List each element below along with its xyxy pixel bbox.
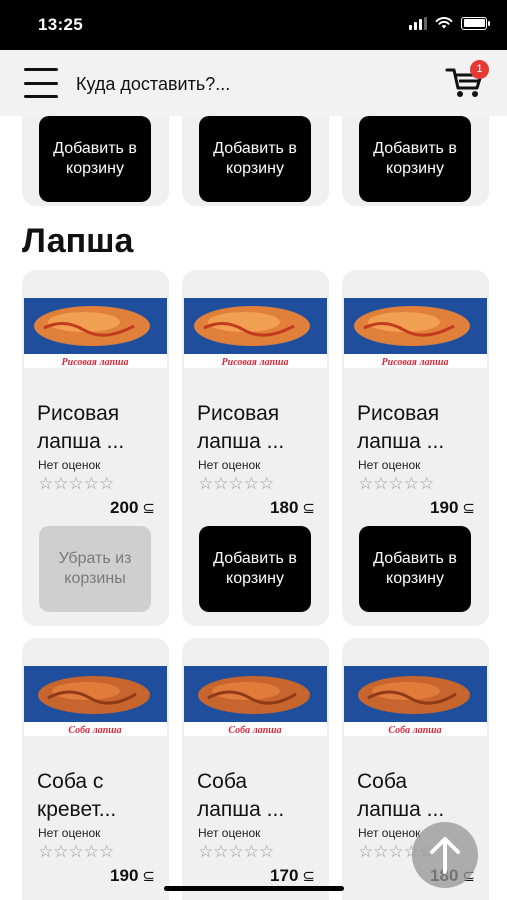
status-time: 13:25 [38,15,83,34]
product-card[interactable]: Соба лапша Соба с кревет... Нет оценок ☆… [22,638,169,900]
photo-caption: Рисовая лапша [222,357,289,368]
product-card[interactable]: Соба лапша Соба лапша ... Нет оценок ☆☆☆… [182,638,329,900]
cart-count-badge: 1 [470,60,489,79]
product-name[interactable]: Рисовая лапша ... [357,400,444,456]
status-bar: 13:25 [0,0,507,50]
product-card[interactable]: Рисовая лапша Рисовая лапша ... Нет оцен… [342,270,489,626]
wifi-icon [435,17,453,29]
menu-content[interactable]: Добавить в корзину Добавить в корзину До… [0,116,507,900]
rating-stars[interactable]: ☆☆☆☆☆ [198,474,274,494]
product-name[interactable]: Рисовая лапша ... [37,400,124,456]
product-card[interactable]: Рисовая лапша Рисовая лапша ... Нет оцен… [182,270,329,626]
product-name[interactable]: Соба с кревет... [37,768,116,824]
product-card: Добавить в корзину [182,116,329,206]
product-image: Соба лапша [184,666,327,736]
product-image: Рисовая лапша [184,298,327,368]
remove-from-cart-button[interactable]: Убрать из корзины [39,526,151,612]
product-image: Соба лапша [344,666,487,736]
photo-caption: Соба лапша [388,725,441,736]
product-price: 170 ⊆ [270,866,315,885]
product-price: 190 ⊆ [430,498,475,517]
add-to-cart-button[interactable]: Добавить в корзину [39,116,151,202]
rating-text: Нет оценок [198,826,261,840]
rating-text: Нет оценок [38,458,101,472]
scroll-to-top-button[interactable] [412,822,478,888]
photo-caption: Рисовая лапша [382,357,449,368]
rating-stars[interactable]: ☆☆☆☆☆ [198,842,274,862]
rating-stars[interactable]: ☆☆☆☆☆ [358,474,434,494]
product-card[interactable]: Рисовая лапша Рисовая лапша ... Нет оцен… [22,270,169,626]
product-image: Соба лапша [24,666,167,736]
photo-caption: Соба лапша [228,725,281,736]
add-to-cart-button[interactable]: Добавить в корзину [359,526,471,612]
home-indicator[interactable] [164,886,344,891]
cart-button[interactable]: 1 [445,60,489,100]
rating-stars[interactable]: ☆☆☆☆☆ [38,474,114,494]
add-to-cart-button[interactable]: Добавить в корзину [359,116,471,202]
product-image: Рисовая лапша [24,298,167,368]
rating-text: Нет оценок [198,458,261,472]
product-price: 200 ⊆ [110,498,155,517]
screen: 13:25 Куда доставить?... 1 Добавить в ко… [0,0,507,900]
rating-stars[interactable]: ☆☆☆☆☆ [38,842,114,862]
menu-icon[interactable] [24,68,58,98]
app-header: Куда доставить?... 1 [0,50,507,116]
rating-text: Нет оценок [38,826,101,840]
product-price: 180⊆ [270,498,315,517]
product-name[interactable]: Соба лапша ... [197,768,284,824]
product-card: Добавить в корзину [342,116,489,206]
add-to-cart-button[interactable]: Добавить в корзину [199,116,311,202]
battery-icon [461,16,490,30]
rating-text: Нет оценок [358,458,421,472]
signal-icon [409,16,427,30]
product-name[interactable]: Соба лапша ... [357,768,444,824]
photo-caption: Рисовая лапша [62,357,129,368]
product-name[interactable]: Рисовая лапша ... [197,400,284,456]
delivery-address-field[interactable]: Куда доставить?... [76,74,230,95]
photo-caption: Соба лапша [68,725,121,736]
arrow-up-icon [430,837,460,874]
status-icons [409,16,490,30]
product-card: Добавить в корзину [22,116,169,206]
product-price: 190 ⊆ [110,866,155,885]
add-to-cart-button[interactable]: Добавить в корзину [199,526,311,612]
product-image: Рисовая лапша [344,298,487,368]
section-title: Лапша [22,222,134,260]
